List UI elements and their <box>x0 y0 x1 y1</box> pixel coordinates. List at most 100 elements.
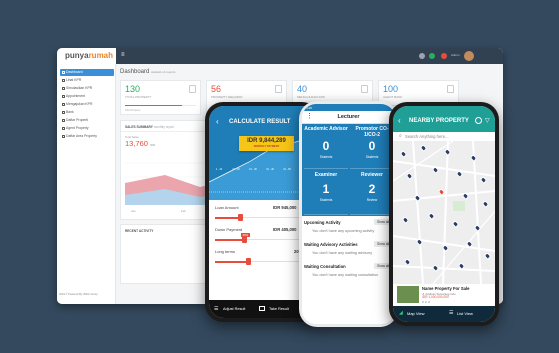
long-terms-label: Long terms <box>215 249 236 254</box>
location-icon[interactable] <box>475 117 482 124</box>
stat-icon <box>361 85 368 93</box>
lecturer-tile[interactable]: Reviewer 2 Review <box>350 170 394 215</box>
sliders-icon: ☰ <box>214 306 219 312</box>
tile-value: 0 <box>322 139 330 153</box>
section-empty-text: You don't have any upcoming activity <box>312 229 375 233</box>
adjust-result-button[interactable]: Adjust Result <box>223 307 245 311</box>
loan-amount-value: IDR 945,000 <box>273 205 297 210</box>
sidebar-item-icon <box>61 79 65 82</box>
sidebar-footer: 2019 © Powered By: Blikin Group <box>59 293 98 296</box>
notification-icon[interactable] <box>419 53 425 59</box>
sales-title: SALES SUMMARY monthly report <box>125 125 175 129</box>
map-view-button[interactable]: Map View <box>407 311 425 316</box>
stat-icon <box>275 85 282 93</box>
property-specs: 3 2 2 <box>422 299 430 304</box>
term-tick-label: 21 - 30 <box>249 168 257 171</box>
down-slider-fill <box>215 239 245 241</box>
sidebar-item-label: Bank <box>66 110 74 114</box>
lecturer-tile[interactable]: Examiner 1 Students <box>304 170 348 215</box>
term-tick-label: 41 - 50 <box>283 168 291 171</box>
sidebar-item[interactable]: Agent Property <box>60 125 114 132</box>
sidebar-item-label: Lihat KPR <box>66 78 82 82</box>
tile-label: Examiner <box>314 172 338 178</box>
map-view[interactable] <box>393 141 495 284</box>
search-icon: ⌕ <box>399 132 402 139</box>
user-name[interactable]: Admin <box>451 53 463 59</box>
save-icon <box>259 306 265 311</box>
sidebar-item-label: Mengajukan KPR <box>66 102 93 106</box>
sidebar-item[interactable]: Daftar Area Property <box>60 133 114 140</box>
monthly-payment-value: IDR 9,844,289 <box>247 138 286 144</box>
nearby-title: NEARBY PROPERTY <box>409 118 469 124</box>
lecturer-tile[interactable]: Promotor CO-1/CO-2 0 Students <box>350 124 394 169</box>
lecturer-tile[interactable]: Academic Advisor 0 Students <box>304 124 348 169</box>
sidebar-item[interactable]: Appointment <box>60 93 114 100</box>
monthly-payment-label: MONTHLY PAYMENT <box>253 145 280 148</box>
stat-label: PROPERTY REQUEST <box>211 95 243 99</box>
tile-sublabel: Students <box>365 155 379 159</box>
sales-total-value: 13,760 IDR <box>125 139 156 148</box>
sidebar-item-label: Appointment <box>66 94 86 98</box>
tile-label: Reviewer <box>361 172 383 178</box>
sidebar-item[interactable]: Simulasikan KPR <box>60 85 114 92</box>
avatar[interactable] <box>464 51 474 61</box>
message-icon[interactable] <box>429 53 435 59</box>
sidebar-item-label: Daftar Area Property <box>66 134 97 138</box>
sidebar-item-icon <box>61 135 65 138</box>
stat-icon <box>447 85 454 93</box>
stat-value: 100 <box>383 84 399 94</box>
property-card[interactable]: Name Property For Sale Jl. Address Semar… <box>393 284 495 306</box>
lecturer-title: Lecturer <box>337 114 360 120</box>
property-name: Name Property For Sale <box>422 286 470 291</box>
filter-icon[interactable]: ▽ <box>485 117 490 124</box>
stat-value: 56 <box>211 84 222 94</box>
phone-nearby: ‹ NEARBY PROPERTY ▽ ⌕ Search Anything he… <box>389 102 499 326</box>
property-price: IDR 1,000,000,000 <box>422 295 449 299</box>
section-title: Waiting Advisory Activities <box>304 242 358 247</box>
list-icon: ☰ <box>449 310 454 316</box>
sidebar-item-label: Simulasikan KPR <box>66 86 93 90</box>
stat-label: AGENT BANK <box>383 95 403 99</box>
loan-slider-handle[interactable] <box>238 214 243 221</box>
property-photo <box>397 286 419 303</box>
calculator-title: CALCULATE RESULT <box>229 119 291 125</box>
section-empty-text: You don't have any waiting consultation <box>312 273 379 277</box>
term-tick-label: 11 - 20 <box>232 168 240 171</box>
down-slider-handle[interactable] <box>242 236 247 243</box>
list-view-button[interactable]: List View <box>457 311 473 316</box>
tile-value: 0 <box>368 139 376 153</box>
alert-icon[interactable] <box>441 53 447 59</box>
sidebar-item-icon <box>61 119 65 122</box>
stat-value: 40 <box>297 84 308 94</box>
sidebar-item[interactable]: Mengajukan KPR <box>60 101 114 108</box>
sidebar-item-label: Agent Property <box>66 126 89 130</box>
phone-lecturer: 4:28 ⋮ Lecturer Academic Advisor 0 Student… <box>299 101 398 327</box>
sidebar-item[interactable]: Dashboard <box>60 69 114 76</box>
page-title: Dashboard statistics & reports <box>120 69 176 75</box>
sidebar-item-icon <box>61 111 65 114</box>
stat-icon <box>189 85 196 93</box>
stat-card[interactable]: 130 TOTAL PROPERTY Total Property <box>120 80 201 115</box>
sidebar-item-icon <box>61 71 65 74</box>
month-label: Feb <box>181 209 186 213</box>
search-input[interactable]: Search Anything here... <box>405 134 449 139</box>
sidebar-item-label: Daftar Properti <box>66 118 89 122</box>
lecturer-tiles: Academic Advisor 0 Students Promotor CO-1/C… <box>302 124 395 216</box>
term-slider-handle[interactable] <box>246 258 251 265</box>
tile-value: 2 <box>368 182 376 196</box>
sidebar-item[interactable]: Daftar Properti <box>60 117 114 124</box>
status-time: 4:28 <box>306 105 312 110</box>
app-logo[interactable]: punyarumah <box>57 48 116 64</box>
search-bar[interactable]: ⌕ Search Anything here... <box>397 132 491 140</box>
lecturer-header: ⋮ Lecturer <box>302 111 395 124</box>
section-title: Upcoming Activity <box>304 220 341 225</box>
term-slider-fill <box>215 261 249 263</box>
sidebar-item[interactable]: Bank <box>60 109 114 116</box>
recent-activity-title: RECENT ACTIVITY <box>125 229 154 233</box>
take-result-button[interactable]: Take Result <box>269 307 289 311</box>
top-bar: punyarumah ≡ Admin <box>57 48 503 64</box>
sidebar-item[interactable]: Lihat KPR <box>60 77 114 84</box>
back-arrow-icon[interactable]: ‹ <box>398 116 401 125</box>
back-arrow-icon[interactable]: ‹ <box>216 117 219 126</box>
menu-icon[interactable]: ≡ <box>121 52 129 59</box>
